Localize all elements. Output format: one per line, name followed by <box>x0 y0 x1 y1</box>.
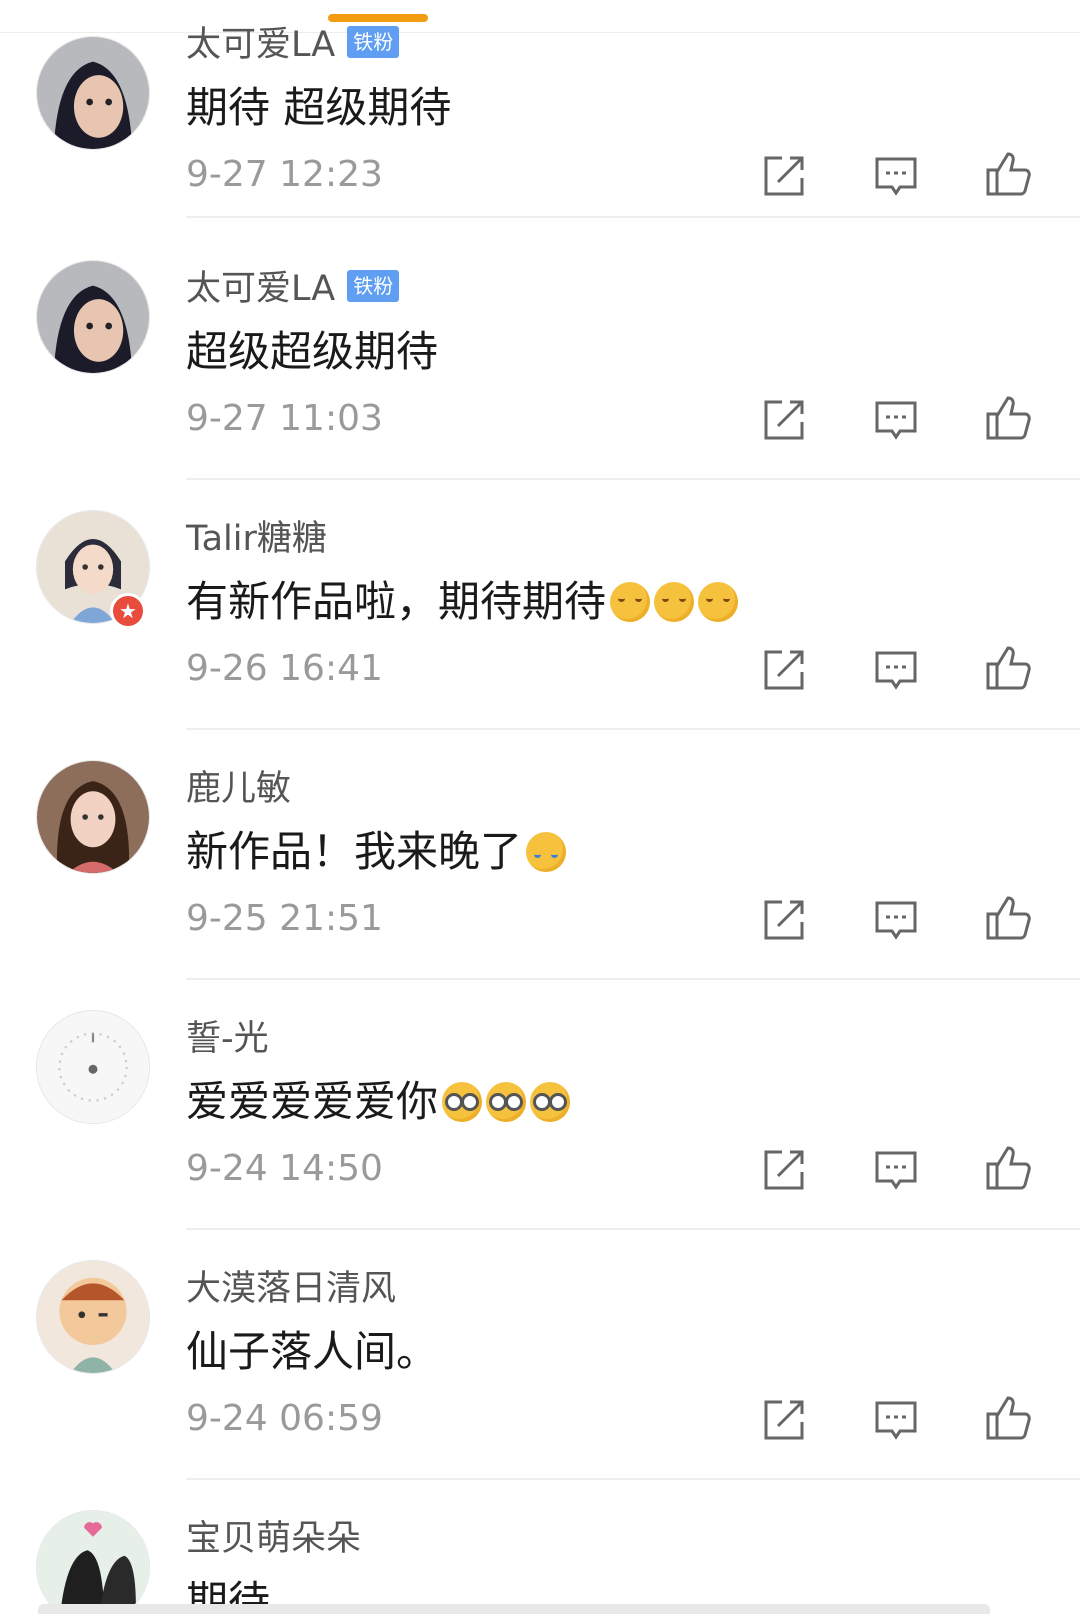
share-icon[interactable] <box>760 896 808 944</box>
thumbs-up-icon[interactable] <box>984 1144 1032 1192</box>
comment-text: 爱爱爱爱爱你 <box>186 1068 571 1129</box>
comment-divider <box>186 1228 1080 1230</box>
share-icon[interactable] <box>760 646 808 694</box>
comment-item: 宝贝萌朵朵 期待 <box>0 1500 1080 1614</box>
comment-text: 期待 超级期待 <box>186 83 452 132</box>
crying-emoji-icon <box>526 832 567 872</box>
fan-badge: 铁粉 <box>347 25 400 58</box>
avatar[interactable] <box>36 1260 150 1374</box>
comment-item: 鹿儿敏 新作品！我来晚了 9-25 21:51 <box>0 750 1080 1000</box>
timestamp: 9-27 11:03 <box>186 398 383 439</box>
comment-item: 太可爱LA 铁粉 期待 超级期待 9-27 12:23 <box>0 0 1080 218</box>
nerd-emoji-icon <box>530 1082 571 1122</box>
comment-icon[interactable] <box>872 152 920 200</box>
avatar[interactable] <box>36 260 150 374</box>
comment-divider <box>186 216 1080 218</box>
timestamp: 9-24 06:59 <box>186 1398 383 1439</box>
comment-icon[interactable] <box>872 1396 920 1444</box>
username[interactable]: 太可爱LA <box>186 16 335 67</box>
thumbs-up-icon[interactable] <box>984 894 1032 942</box>
comment-icon[interactable] <box>872 646 920 694</box>
avatar[interactable] <box>36 1510 150 1614</box>
bottom-input-bar[interactable] <box>38 1604 990 1614</box>
thumbs-up-icon[interactable] <box>984 1394 1032 1442</box>
comment-item: ★ Talir糖糖 有新作品啦，期待期待 9-26 16:41 <box>0 500 1080 750</box>
comment-icon[interactable] <box>872 896 920 944</box>
share-icon[interactable] <box>760 1396 808 1444</box>
comment-item: 太可爱LA 铁粉 超级超级期待 9-27 11:03 <box>0 250 1080 500</box>
avatar[interactable] <box>36 760 150 874</box>
timestamp: 9-25 21:51 <box>186 898 383 939</box>
comment-divider <box>186 1478 1080 1480</box>
verified-badge-icon: ★ <box>110 593 146 629</box>
username[interactable]: 誓-光 <box>186 1010 269 1061</box>
comment-text-body: 爱爱爱爱爱你 <box>186 1077 439 1126</box>
thumbs-up-icon[interactable] <box>984 150 1032 198</box>
username[interactable]: 鹿儿敏 <box>186 760 291 811</box>
share-icon[interactable] <box>760 396 808 444</box>
avatar[interactable] <box>36 36 150 150</box>
comment-divider <box>186 728 1080 730</box>
comment-text: 有新作品啦，期待期待 <box>186 568 739 629</box>
username[interactable]: 宝贝萌朵朵 <box>186 1510 361 1561</box>
blush-emoji-icon <box>610 582 651 622</box>
username[interactable]: 太可爱LA <box>186 260 335 311</box>
comment-item: 大漠落日清风 仙子落人间。 9-24 06:59 <box>0 1250 1080 1500</box>
thumbs-up-icon[interactable] <box>984 394 1032 442</box>
comment-item: 誓-光 爱爱爱爱爱你 9-24 14:50 <box>0 1000 1080 1250</box>
blush-emoji-icon <box>654 582 695 622</box>
blush-emoji-icon <box>698 582 739 622</box>
avatar[interactable] <box>36 1010 150 1124</box>
comment-text-body: 有新作品啦，期待期待 <box>186 577 607 626</box>
comment-divider <box>186 478 1080 480</box>
timestamp: 9-24 14:50 <box>186 1148 383 1189</box>
comment-text: 新作品！我来晚了 <box>186 818 567 879</box>
share-icon[interactable] <box>760 152 808 200</box>
comment-text: 仙子落人间。 <box>186 1327 439 1376</box>
thumbs-up-icon[interactable] <box>984 644 1032 692</box>
nerd-emoji-icon <box>486 1082 527 1122</box>
nerd-emoji-icon <box>442 1082 483 1122</box>
timestamp: 9-26 16:41 <box>186 648 383 689</box>
comment-divider <box>186 978 1080 980</box>
username[interactable]: 大漠落日清风 <box>186 1260 396 1311</box>
comment-icon[interactable] <box>872 396 920 444</box>
fan-badge: 铁粉 <box>347 269 400 302</box>
comment-text-body: 新作品！我来晚了 <box>186 827 523 876</box>
comment-icon[interactable] <box>872 1146 920 1194</box>
timestamp: 9-27 12:23 <box>186 154 383 195</box>
comment-text: 超级超级期待 <box>186 327 439 376</box>
username[interactable]: Talir糖糖 <box>186 510 327 561</box>
share-icon[interactable] <box>760 1146 808 1194</box>
